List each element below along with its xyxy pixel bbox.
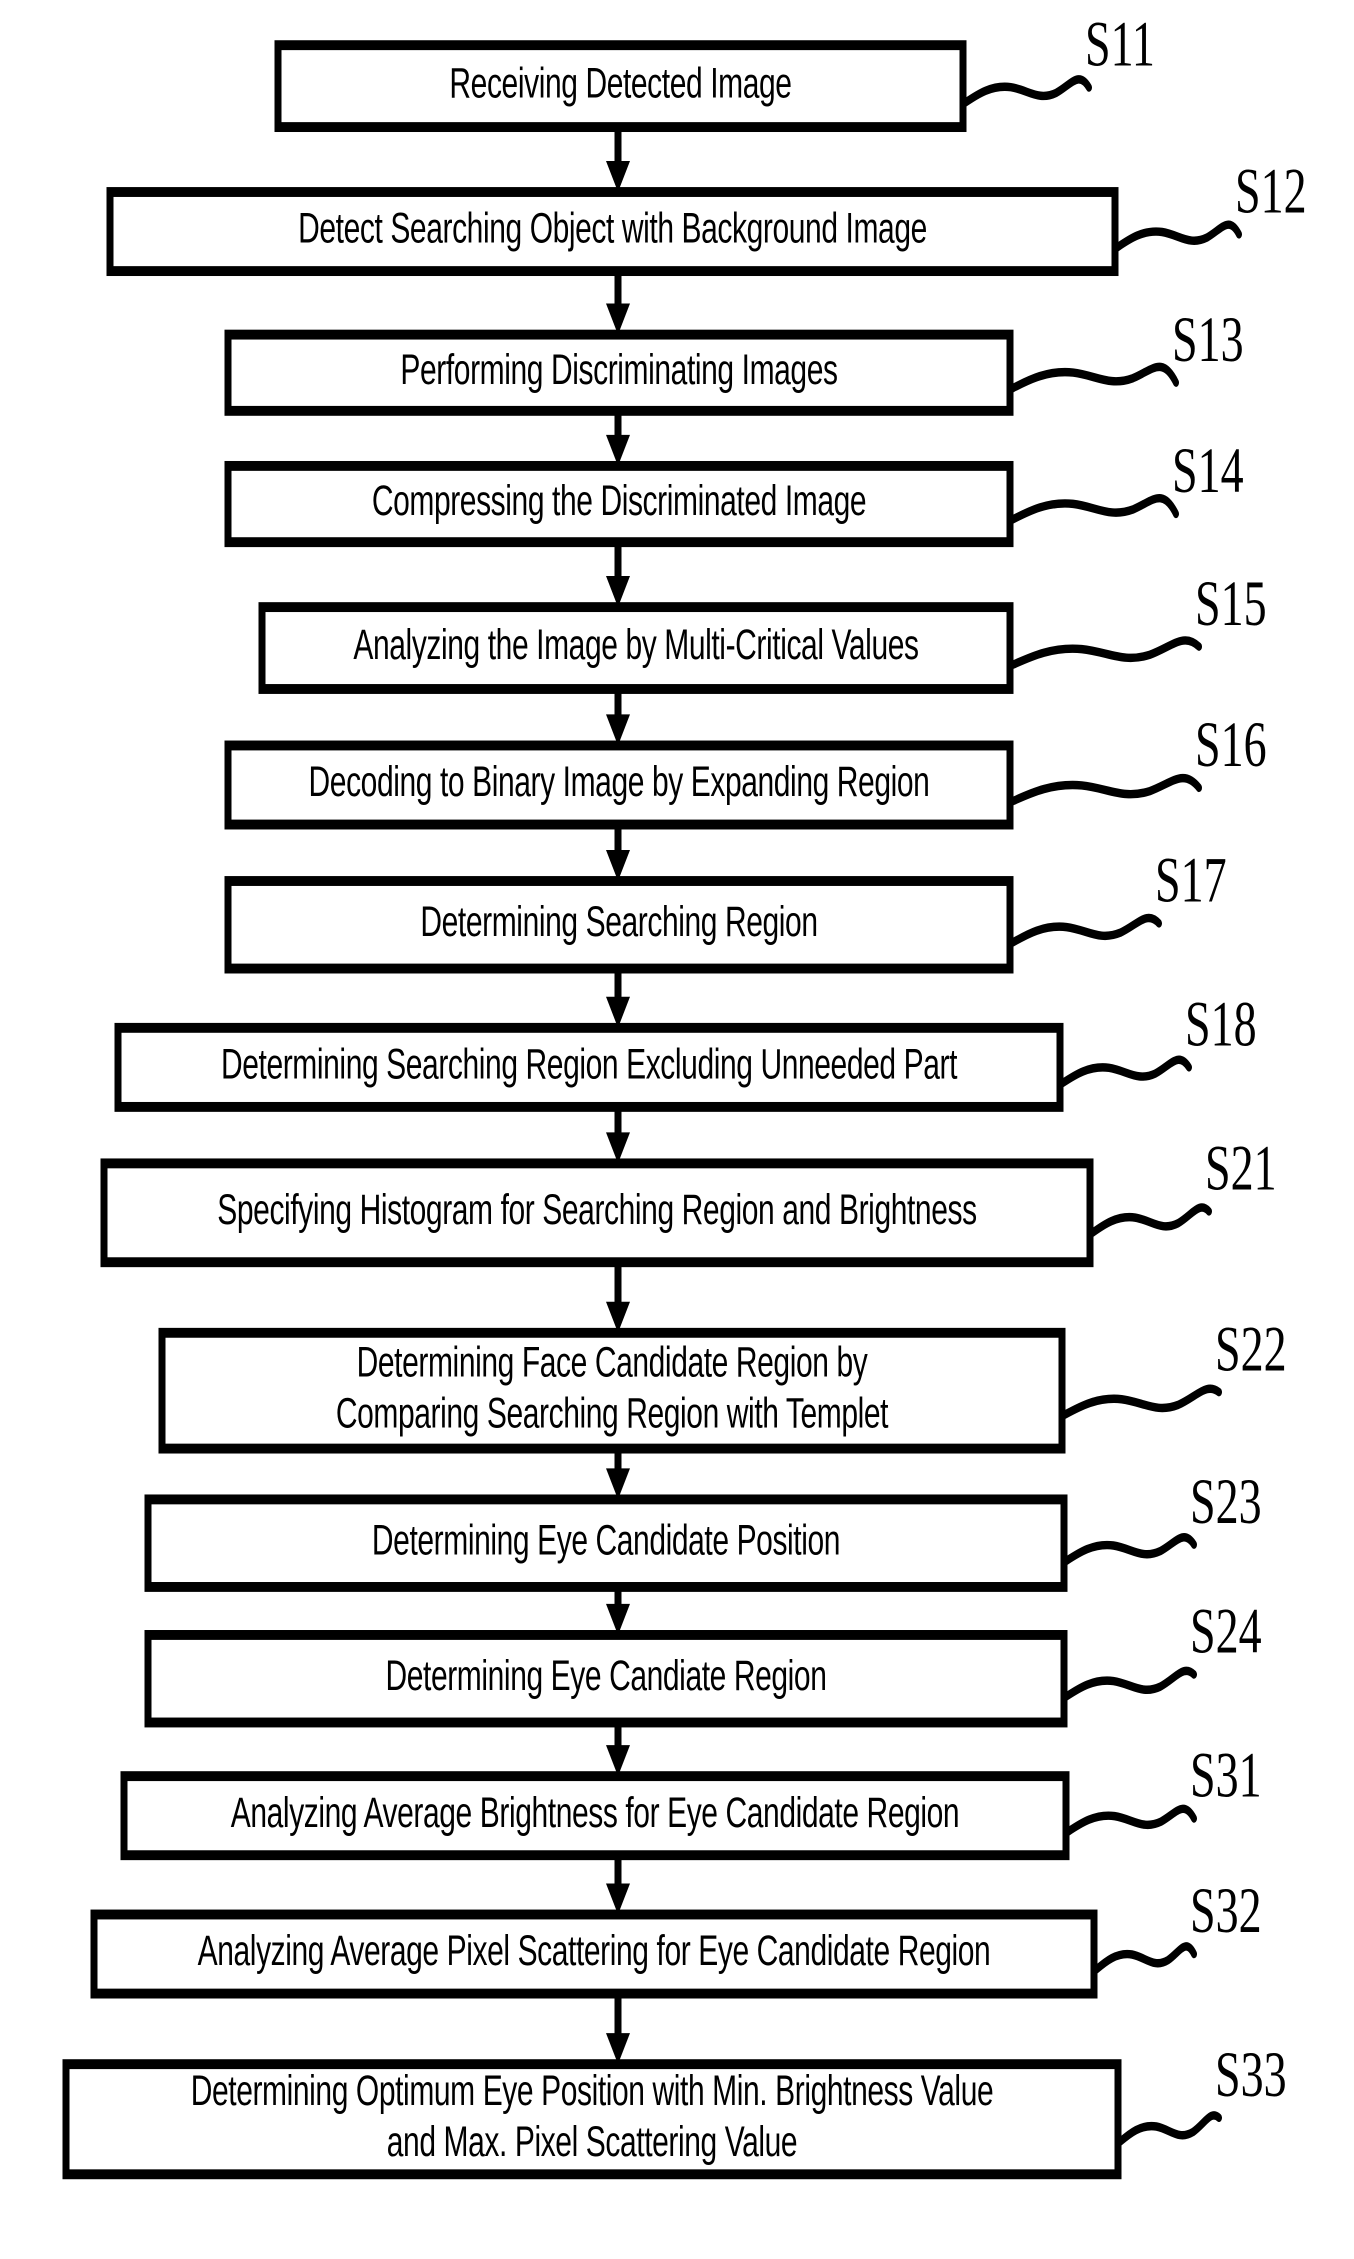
leader-line-s22	[1059, 1384, 1222, 1421]
leader-line-s32	[1091, 1942, 1197, 1976]
box-text-line: Determining Face Candidate Region by	[357, 1338, 869, 1385]
leader-line-s11	[960, 75, 1092, 109]
box-text-line: Detect Searching Object with Background …	[298, 205, 927, 252]
process-box-s17[interactable]: Determining Searching Region	[224, 876, 1014, 974]
connector-arrow-s23-to-s24	[606, 1586, 630, 1635]
box-text-line: Compressing the Discriminated Image	[372, 477, 866, 524]
box-text-line: Determining Eye Candidate Position	[372, 1516, 840, 1563]
step-label-s31: S31	[1190, 1740, 1262, 1812]
box-text-line: Comparing Searching Region with Templet	[336, 1389, 889, 1436]
connector-arrow-s14-to-s15	[606, 542, 630, 608]
box-text-line: Performing Discriminating Images	[400, 346, 837, 393]
connector-arrow-s12-to-s13	[606, 271, 630, 335]
process-box-s21[interactable]: Specifying Histogram for Searching Regio…	[100, 1158, 1094, 1268]
step-label-s18: S18	[1185, 989, 1257, 1061]
process-box-s18[interactable]: Determining Searching Region Excluding U…	[114, 1022, 1064, 1112]
box-text-line: Determining Optimum Eye Position with Mi…	[191, 2067, 994, 2114]
leader-line-s21	[1087, 1203, 1212, 1239]
process-box-s31[interactable]: Analyzing Average Brightness for Eye Can…	[120, 1771, 1070, 1861]
connector-arrow-s13-to-s14	[606, 410, 630, 466]
step-label-s15: S15	[1195, 568, 1267, 640]
leader-line-s14	[1007, 493, 1179, 526]
connector-arrow-s24-to-s31	[606, 1722, 630, 1777]
process-box-s22[interactable]: Determining Face Candidate Region byComp…	[158, 1327, 1066, 1454]
step-labels-layer: S11 S12 S13 S14 S15 S16 S17 S18 S21 S22 S23 S24 S31 S…	[1085, 9, 1307, 2111]
box-text-line: Receiving Detected Image	[449, 59, 791, 106]
connector-arrow-s18-to-s21	[606, 1106, 630, 1164]
leader-line-s18	[1057, 1055, 1192, 1090]
process-box-s16[interactable]: Decoding to Binary Image by Expanding Re…	[224, 740, 1014, 830]
step-label-s21: S21	[1205, 1133, 1277, 1205]
connector-arrow-s17-to-s18	[606, 968, 630, 1028]
step-label-s24: S24	[1190, 1596, 1262, 1668]
step-label-s14: S14	[1172, 436, 1244, 508]
process-box-s23[interactable]: Determining Eye Candidate Position	[144, 1494, 1068, 1592]
box-text-line: Decoding to Binary Image by Expanding Re…	[309, 758, 930, 805]
box-text-line: Analyzing the Image by Multi-Critical Va…	[353, 621, 918, 668]
leader-line-s15	[1007, 636, 1202, 671]
leader-line-s24	[1061, 1666, 1197, 1703]
connector-arrow-s16-to-s17	[606, 824, 630, 882]
leader-line-s16	[1007, 773, 1202, 807]
process-box-s13[interactable]: Performing Discriminating Images	[224, 329, 1014, 416]
step-label-s16: S16	[1195, 709, 1267, 781]
box-text-line: Analyzing Average Pixel Scattering for E…	[198, 1927, 991, 1974]
process-box-s14[interactable]: Compressing the Discriminated Image	[224, 460, 1014, 548]
connector-arrow-s22-to-s23	[606, 1448, 630, 1500]
leader-line-s33	[1115, 2111, 1222, 2148]
process-box-s33[interactable]: Determining Optimum Eye Position with Mi…	[62, 2059, 1122, 2180]
flowchart-page: Receiving Detected Image Detect Searching…	[0, 0, 1354, 2259]
box-text-line: Determining Eye Candiate Region	[385, 1652, 826, 1699]
step-label-s12: S12	[1235, 156, 1307, 228]
leader-line-s23	[1061, 1533, 1197, 1567]
connector-arrow-s21-to-s22	[606, 1262, 630, 1333]
step-label-s13: S13	[1172, 304, 1244, 376]
process-box-s12[interactable]: Detect Searching Object with Background …	[106, 187, 1119, 277]
flowchart-canvas: Receiving Detected Image Detect Searching…	[62, 9, 1307, 2180]
leader-line-s31	[1063, 1804, 1197, 1838]
box-text-line: Specifying Histogram for Searching Regio…	[217, 1186, 976, 1233]
step-label-s33: S33	[1215, 2039, 1287, 2111]
step-label-s32: S32	[1190, 1876, 1262, 1948]
process-boxes-layer: Receiving Detected Image Detect Searching…	[62, 40, 1122, 2180]
connector-arrow-s31-to-s32	[606, 1855, 630, 1915]
leader-line-s13	[1007, 362, 1179, 394]
connector-arrow-s32-to-s33	[606, 1993, 630, 2065]
step-label-s23: S23	[1190, 1466, 1262, 1538]
leader-line-s17	[1007, 913, 1162, 949]
process-box-s24[interactable]: Determining Eye Candiate Region	[144, 1630, 1068, 1728]
process-box-s15[interactable]: Analyzing the Image by Multi-Critical Va…	[258, 602, 1014, 694]
box-text-line: Determining Searching Region	[420, 898, 817, 945]
step-label-s22: S22	[1215, 1314, 1287, 1386]
step-label-s17: S17	[1155, 845, 1227, 917]
connector-arrow-s11-to-s12	[606, 127, 630, 193]
leader-line-s12	[1112, 220, 1242, 254]
box-text-line: Analyzing Average Brightness for Eye Can…	[231, 1789, 959, 1836]
process-box-s11[interactable]: Receiving Detected Image	[274, 40, 967, 133]
step-label-s11: S11	[1085, 9, 1155, 81]
box-text-line: Determining Searching Region Excluding U…	[221, 1040, 957, 1087]
connector-arrow-s15-to-s16	[606, 688, 630, 746]
process-box-s32[interactable]: Analyzing Average Pixel Scattering for E…	[90, 1909, 1098, 1999]
box-text-line: and Max. Pixel Scattering Value	[387, 2118, 797, 2165]
